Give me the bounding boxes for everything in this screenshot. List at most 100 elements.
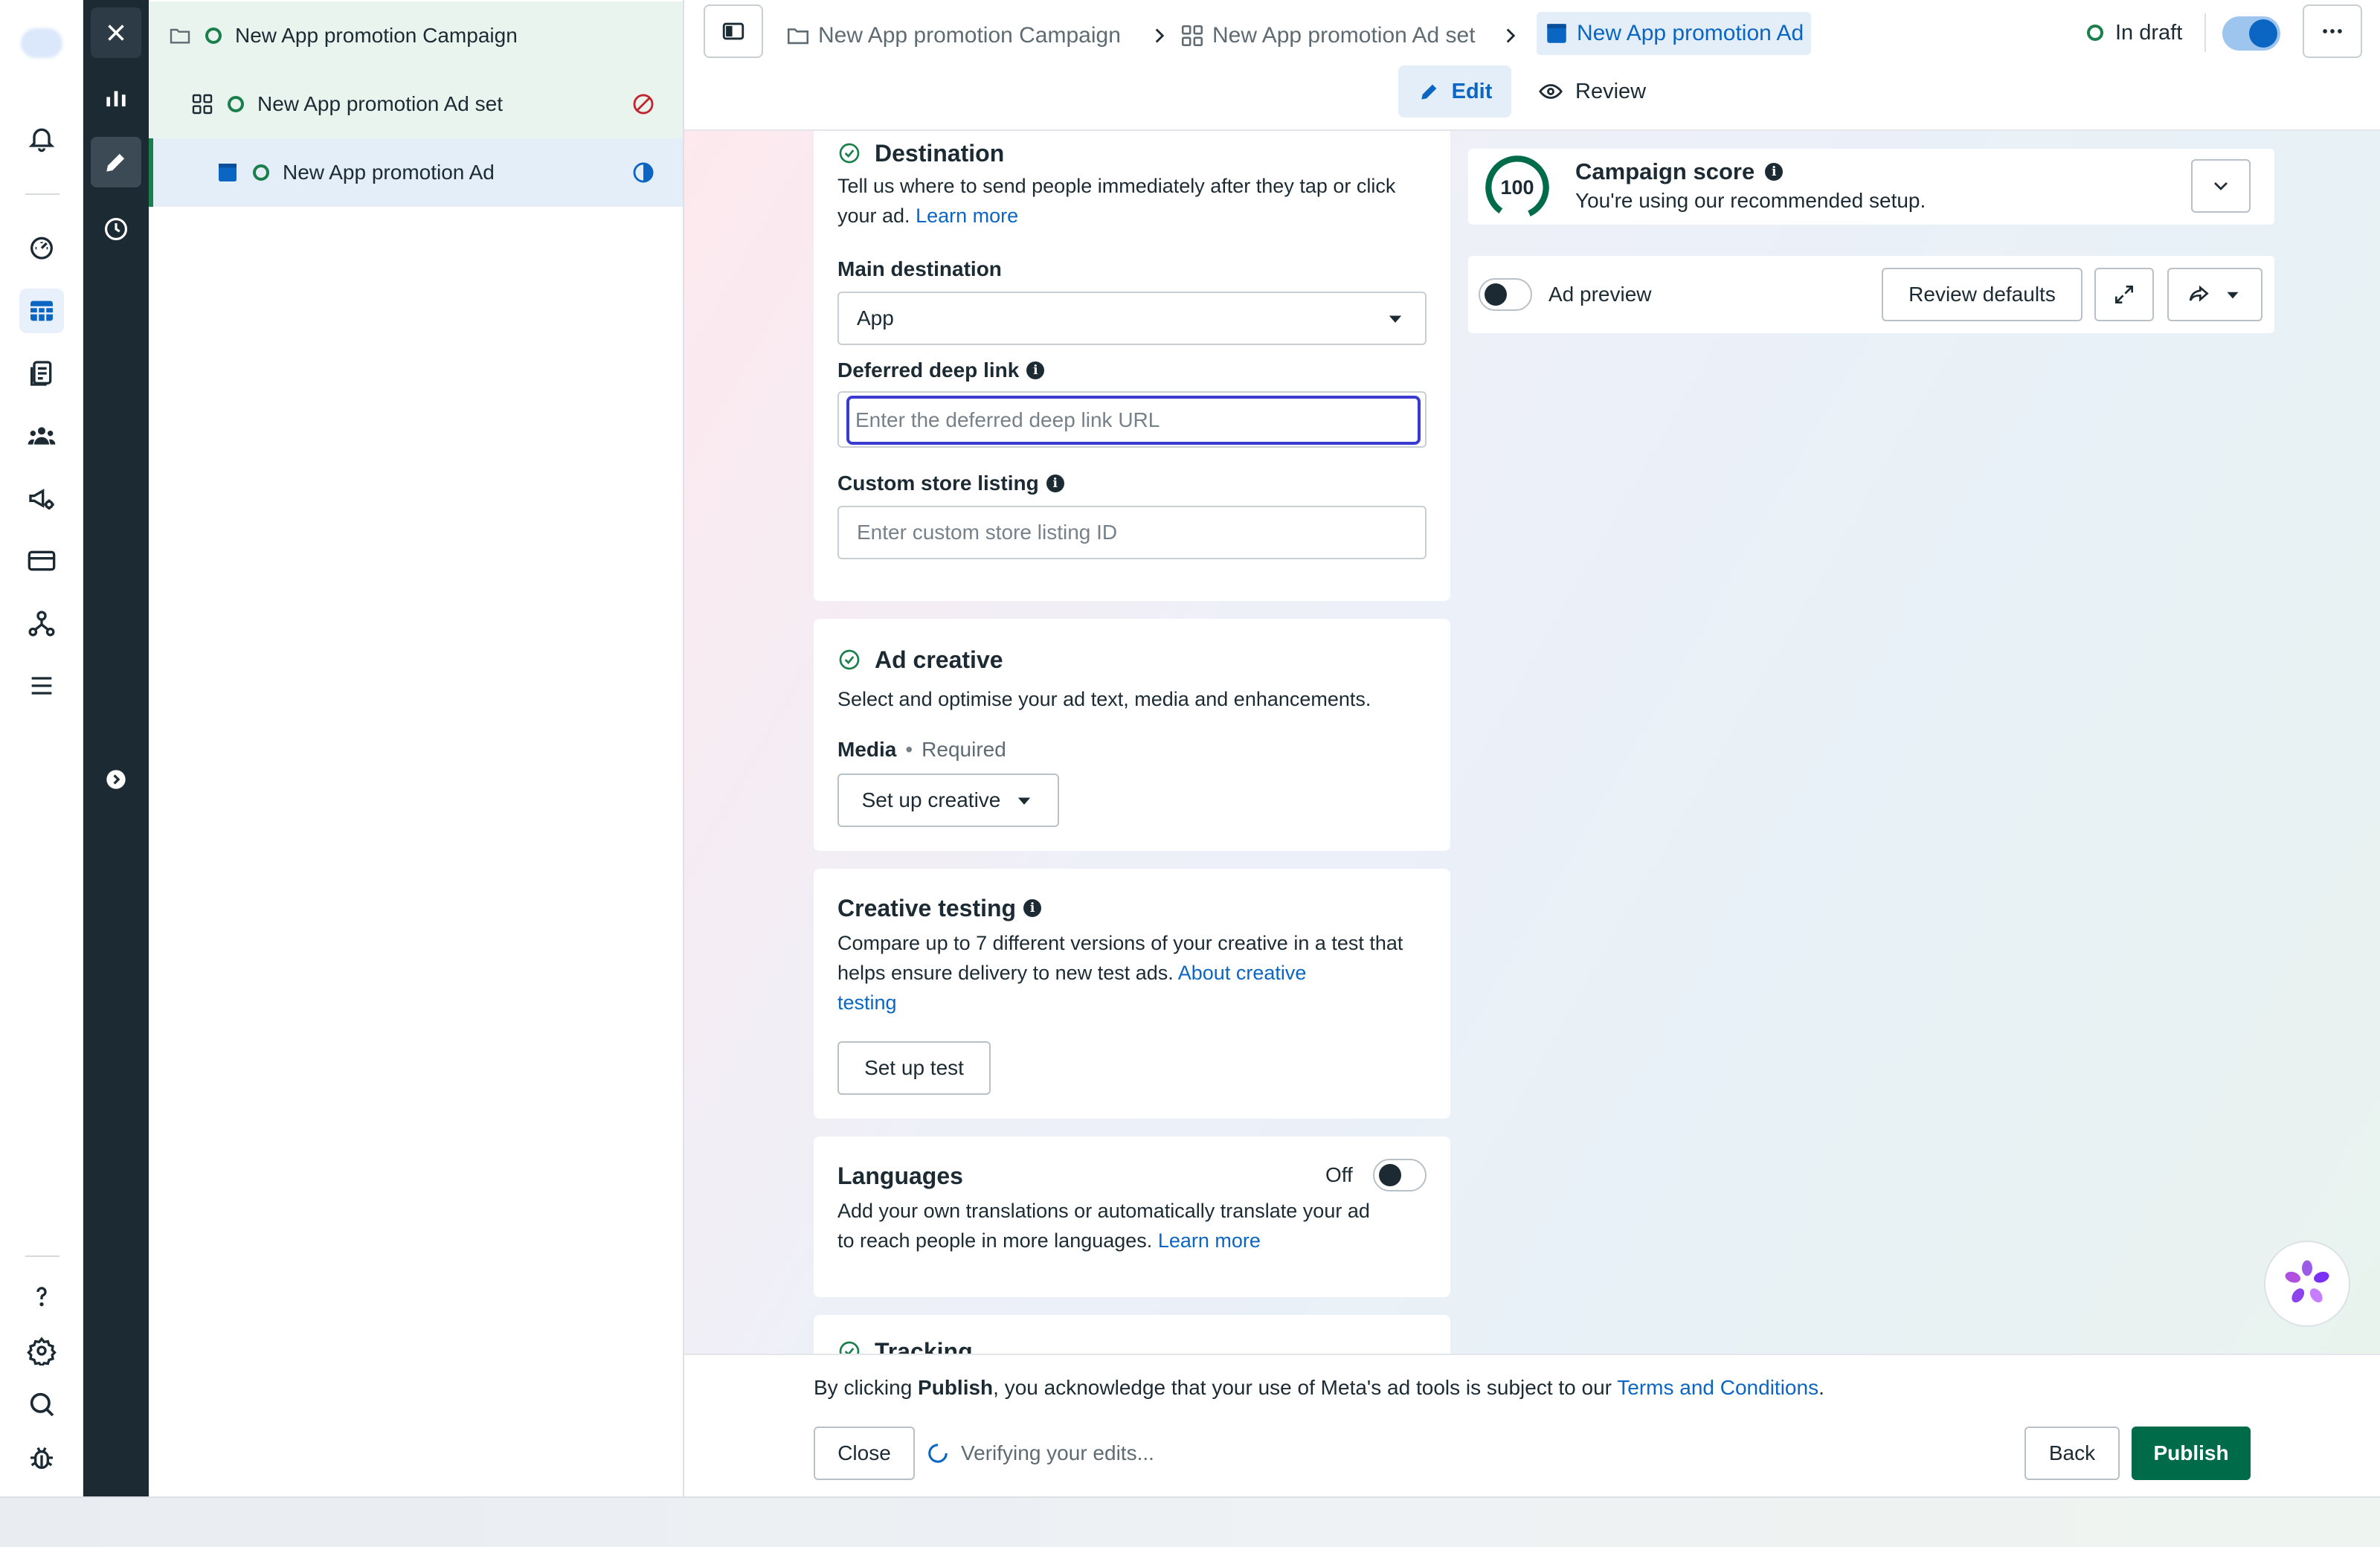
- deferred-deep-link-input[interactable]: Enter the deferred deep link URL: [846, 396, 1421, 445]
- close-label: Close: [837, 1441, 891, 1464]
- info-icon[interactable]: i: [1026, 361, 1045, 379]
- campaign-score-value: 100: [1500, 176, 1534, 199]
- languages-description-block: Add your own translations or automatical…: [837, 1196, 1432, 1255]
- clock-icon: [104, 217, 128, 241]
- set-up-creative-label: Set up creative: [861, 788, 1001, 811]
- campaign-label: New App promotion Campaign: [235, 24, 518, 47]
- languages-learn-more-link[interactable]: Learn more: [1158, 1229, 1261, 1252]
- breadcrumb-ad[interactable]: New App promotion Ad: [1537, 12, 1812, 55]
- tree-item-campaign[interactable]: New App promotion Campaign: [149, 1, 683, 70]
- more-options-button[interactable]: [2303, 4, 2362, 58]
- draft-status-icon: [228, 96, 244, 112]
- terms-text-mid: , you acknowledge that your use of Meta'…: [993, 1376, 1618, 1399]
- publish-button[interactable]: Publish: [2132, 1427, 2251, 1480]
- pencil-icon: [106, 153, 125, 172]
- languages-description-line2: to reach people in more languages.: [837, 1229, 1153, 1252]
- billing-icon[interactable]: [19, 538, 64, 583]
- review-defaults-button[interactable]: Review defaults: [1882, 268, 2082, 321]
- bell-icon[interactable]: [19, 116, 64, 161]
- search-icon[interactable]: [19, 1382, 64, 1427]
- breadcrumb-ad-label: New App promotion Ad: [1577, 21, 1804, 45]
- tab-review[interactable]: Review: [1538, 65, 1646, 118]
- ads-manager-icon[interactable]: [19, 476, 64, 521]
- deferred-deep-link-label: Deferred deep link: [837, 358, 1020, 382]
- eye-icon: [1539, 84, 1563, 99]
- audiences-icon[interactable]: [19, 414, 64, 458]
- verifying-label: Verifying your edits...: [961, 1441, 1154, 1464]
- ad-preview-label: Ad preview: [1548, 283, 1652, 306]
- history-button[interactable]: [91, 204, 141, 254]
- rail-divider: [25, 193, 60, 195]
- custom-store-listing-input[interactable]: Enter custom store listing ID: [837, 506, 1427, 559]
- tab-edit[interactable]: Edit: [1398, 65, 1511, 118]
- ad-preview-toggle[interactable]: [1479, 278, 1532, 311]
- ad-creative-card: Ad creative Select and optimise your ad …: [814, 619, 1450, 851]
- set-up-creative-button[interactable]: Set up creative: [837, 774, 1059, 827]
- dashboard-icon[interactable]: [19, 225, 64, 269]
- breadcrumb-separator: [1147, 15, 1180, 57]
- main-destination-select[interactable]: App: [837, 292, 1427, 345]
- campaign-score-title: Campaign score: [1575, 158, 1755, 184]
- terms-notice: By clicking Publish, you acknowledge tha…: [814, 1376, 1824, 1400]
- adset-label: New App promotion Ad set: [257, 92, 503, 115]
- expand-panel-button[interactable]: [91, 754, 141, 805]
- info-icon[interactable]: i: [1765, 163, 1784, 181]
- back-button[interactable]: Back: [2024, 1427, 2120, 1480]
- expand-preview-button[interactable]: [2094, 268, 2154, 321]
- rail-divider: [25, 1255, 60, 1257]
- creative-testing-card: Creative testing i Compare up to 7 diffe…: [814, 869, 1450, 1119]
- tree-item-adset[interactable]: New App promotion Ad set: [149, 70, 683, 138]
- ad-creative-header: Ad creative: [837, 641, 1003, 678]
- bug-icon[interactable]: [19, 1435, 64, 1480]
- breadcrumb-adset[interactable]: New App promotion Ad set: [1180, 15, 1476, 57]
- about-creative-link-text: About creative: [1177, 962, 1307, 984]
- menu-icon[interactable]: [19, 663, 64, 708]
- chevron-down-icon: [2214, 182, 2228, 190]
- close-icon: [108, 25, 124, 41]
- terms-text-end: .: [1818, 1376, 1824, 1399]
- creative-testing-header: Creative testing i: [837, 890, 1042, 927]
- deferred-deep-link-placeholder: Enter the deferred deep link URL: [855, 408, 1160, 431]
- terms-and-conditions-link[interactable]: Terms and Conditions: [1617, 1376, 1818, 1399]
- check-circle-icon: [839, 1341, 860, 1354]
- performance-button[interactable]: [91, 73, 141, 123]
- ai-assistant-button[interactable]: [2264, 1241, 2350, 1327]
- events-manager-icon[interactable]: [19, 601, 64, 646]
- bar-chart-icon: [106, 91, 126, 107]
- breadcrumb-campaign[interactable]: New App promotion Campaign: [785, 15, 1121, 57]
- edit-mode-button[interactable]: [91, 137, 141, 187]
- flower-assistant-icon: [2285, 1260, 2329, 1303]
- tree-item-ad[interactable]: New App promotion Ad: [149, 138, 683, 207]
- main-destination-label: Main destination: [837, 257, 1002, 280]
- main-destination-value: App: [857, 306, 894, 329]
- campaigns-table-icon[interactable]: [19, 289, 64, 333]
- meta-logo-icon[interactable]: [19, 21, 64, 65]
- terms-text-bold: Publish: [918, 1376, 994, 1399]
- destination-header: Destination: [837, 132, 1004, 174]
- ad-creative-description: Select and optimise your ad text, media …: [837, 688, 1371, 710]
- languages-toggle[interactable]: [1373, 1159, 1427, 1191]
- deferred-deep-link-label-row: Deferred deep link i: [837, 358, 1045, 382]
- help-icon[interactable]: [19, 1273, 64, 1318]
- draft-status: In draft: [2087, 16, 2182, 49]
- review-defaults-label: Review defaults: [1908, 283, 2056, 306]
- adset-grid-icon: [1181, 25, 1203, 47]
- custom-store-listing-label-row: Custom store listing i: [837, 472, 1064, 495]
- toggle-panel-button[interactable]: [704, 4, 763, 58]
- chevron-right-icon: [1155, 28, 1165, 43]
- campaign-score-expand-button[interactable]: [2191, 159, 2251, 213]
- draft-status-icon: [253, 164, 269, 181]
- info-icon[interactable]: i: [1023, 899, 1042, 917]
- settings-icon[interactable]: [19, 1328, 64, 1373]
- ad-on-off-toggle[interactable]: [2222, 16, 2280, 51]
- share-preview-button[interactable]: [2167, 268, 2262, 321]
- campaign-score-title-row: Campaign score i: [1575, 156, 1784, 187]
- set-up-test-button[interactable]: Set up test: [837, 1041, 991, 1095]
- divider: [2204, 13, 2206, 52]
- breadcrumb-separator: [1498, 15, 1531, 57]
- close-editor-button[interactable]: [91, 7, 141, 58]
- info-icon[interactable]: i: [1046, 475, 1064, 492]
- destination-learn-more-link[interactable]: Learn more: [916, 205, 1018, 227]
- close-button[interactable]: Close: [814, 1427, 915, 1480]
- reports-icon[interactable]: [19, 351, 64, 396]
